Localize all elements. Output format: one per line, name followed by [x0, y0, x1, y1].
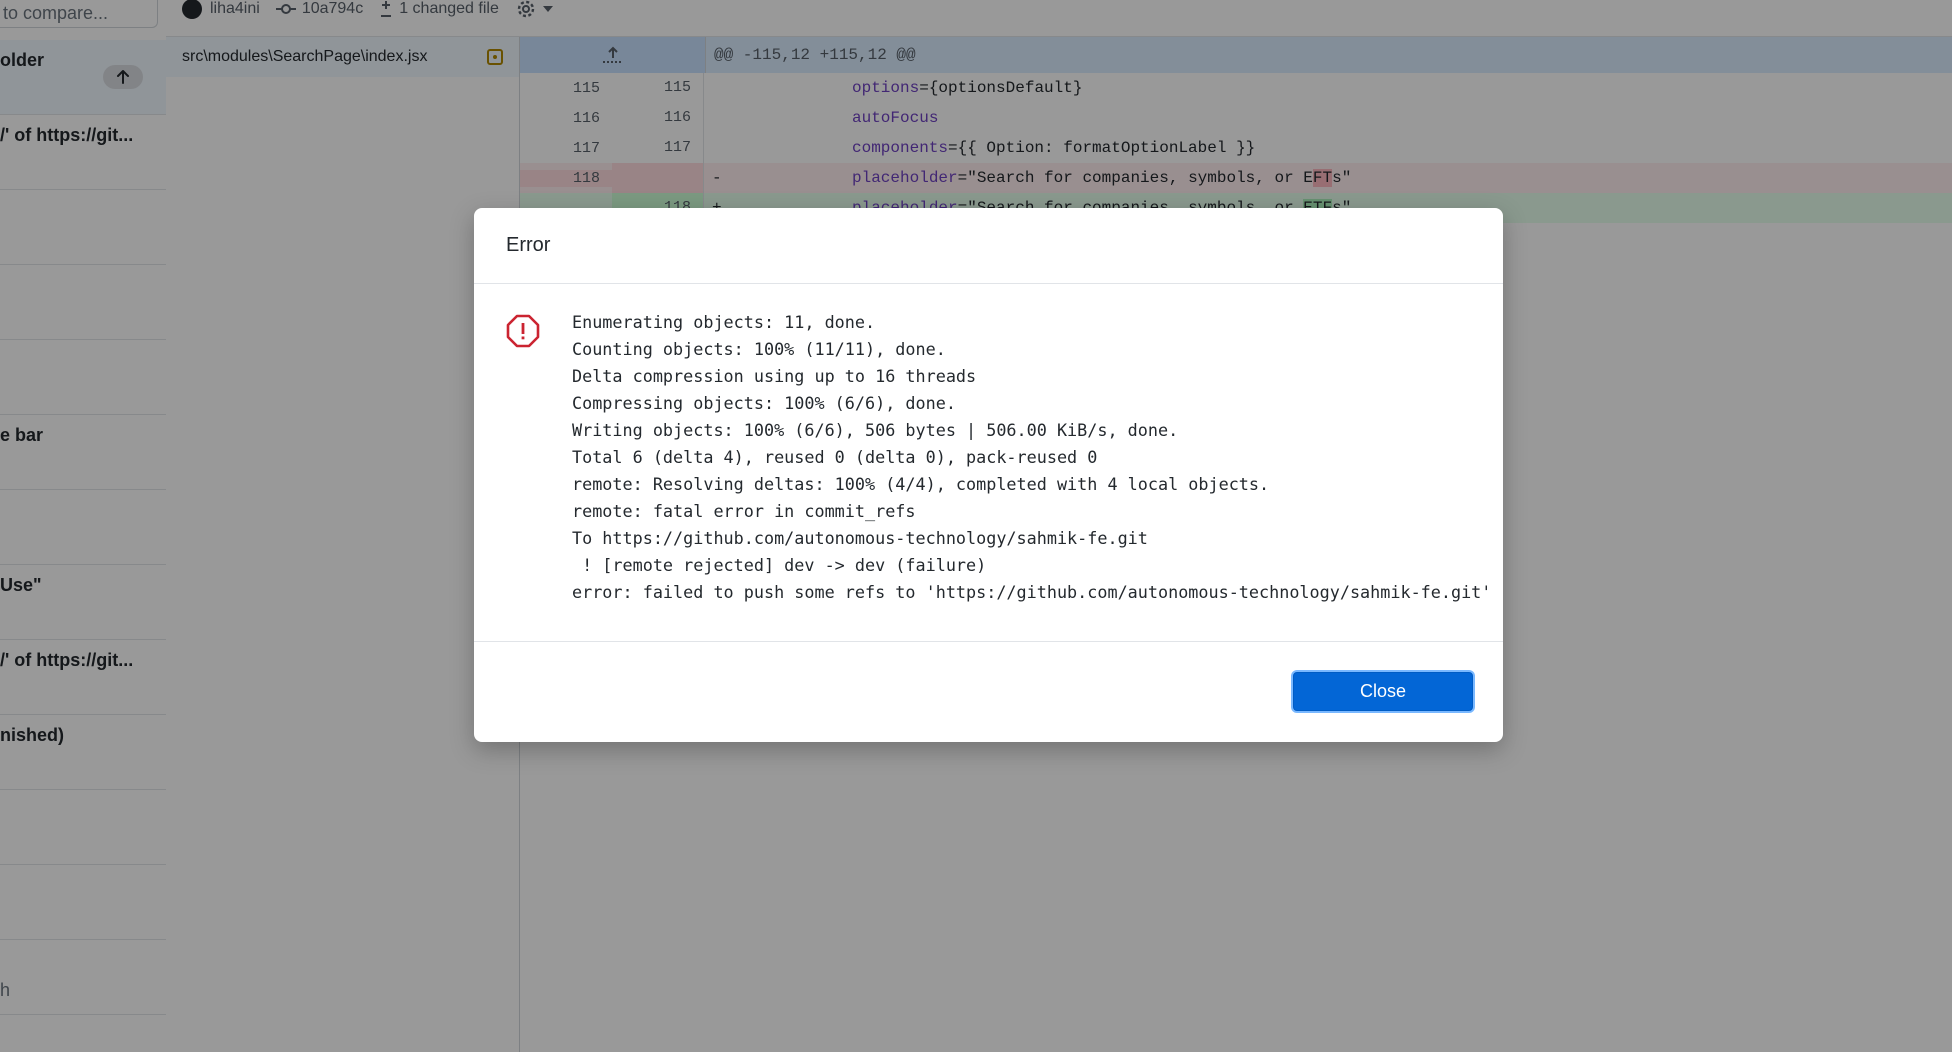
dialog-body: Enumerating objects: 11, done. Counting …	[474, 284, 1503, 642]
error-output: Enumerating objects: 11, done. Counting …	[572, 312, 1492, 602]
close-button[interactable]: Close	[1293, 672, 1473, 711]
dialog-footer: Close	[474, 642, 1503, 742]
stop-icon	[506, 314, 540, 353]
error-dialog: Error Enumerating objects: 11, done. Cou…	[474, 208, 1503, 742]
dialog-title: Error	[506, 234, 551, 256]
dialog-header: Error	[474, 208, 1503, 284]
